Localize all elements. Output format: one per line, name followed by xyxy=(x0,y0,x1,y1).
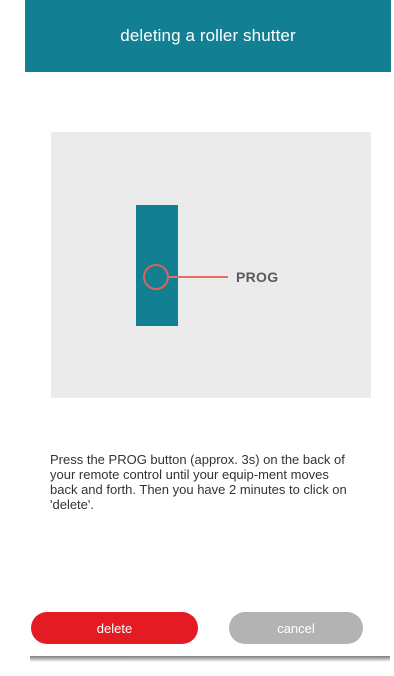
prog-pointer-line xyxy=(169,276,228,278)
dialog-header: deleting a roller shutter xyxy=(25,0,391,72)
instructions-text: Press the PROG button (approx. 3s) on th… xyxy=(50,452,347,512)
screen: deleting a roller shutter PROG Press the… xyxy=(0,0,394,676)
prog-button-illustration: PROG xyxy=(51,132,371,398)
dialog-bottom-shadow xyxy=(30,656,390,662)
prog-button-indicator xyxy=(143,264,169,290)
prog-label: PROG xyxy=(236,269,279,285)
dialog-title: deleting a roller shutter xyxy=(120,26,296,45)
delete-button[interactable]: delete xyxy=(31,612,198,644)
cancel-button[interactable]: cancel xyxy=(229,612,363,644)
delete-shutter-dialog: deleting a roller shutter PROG Press the… xyxy=(25,0,391,660)
